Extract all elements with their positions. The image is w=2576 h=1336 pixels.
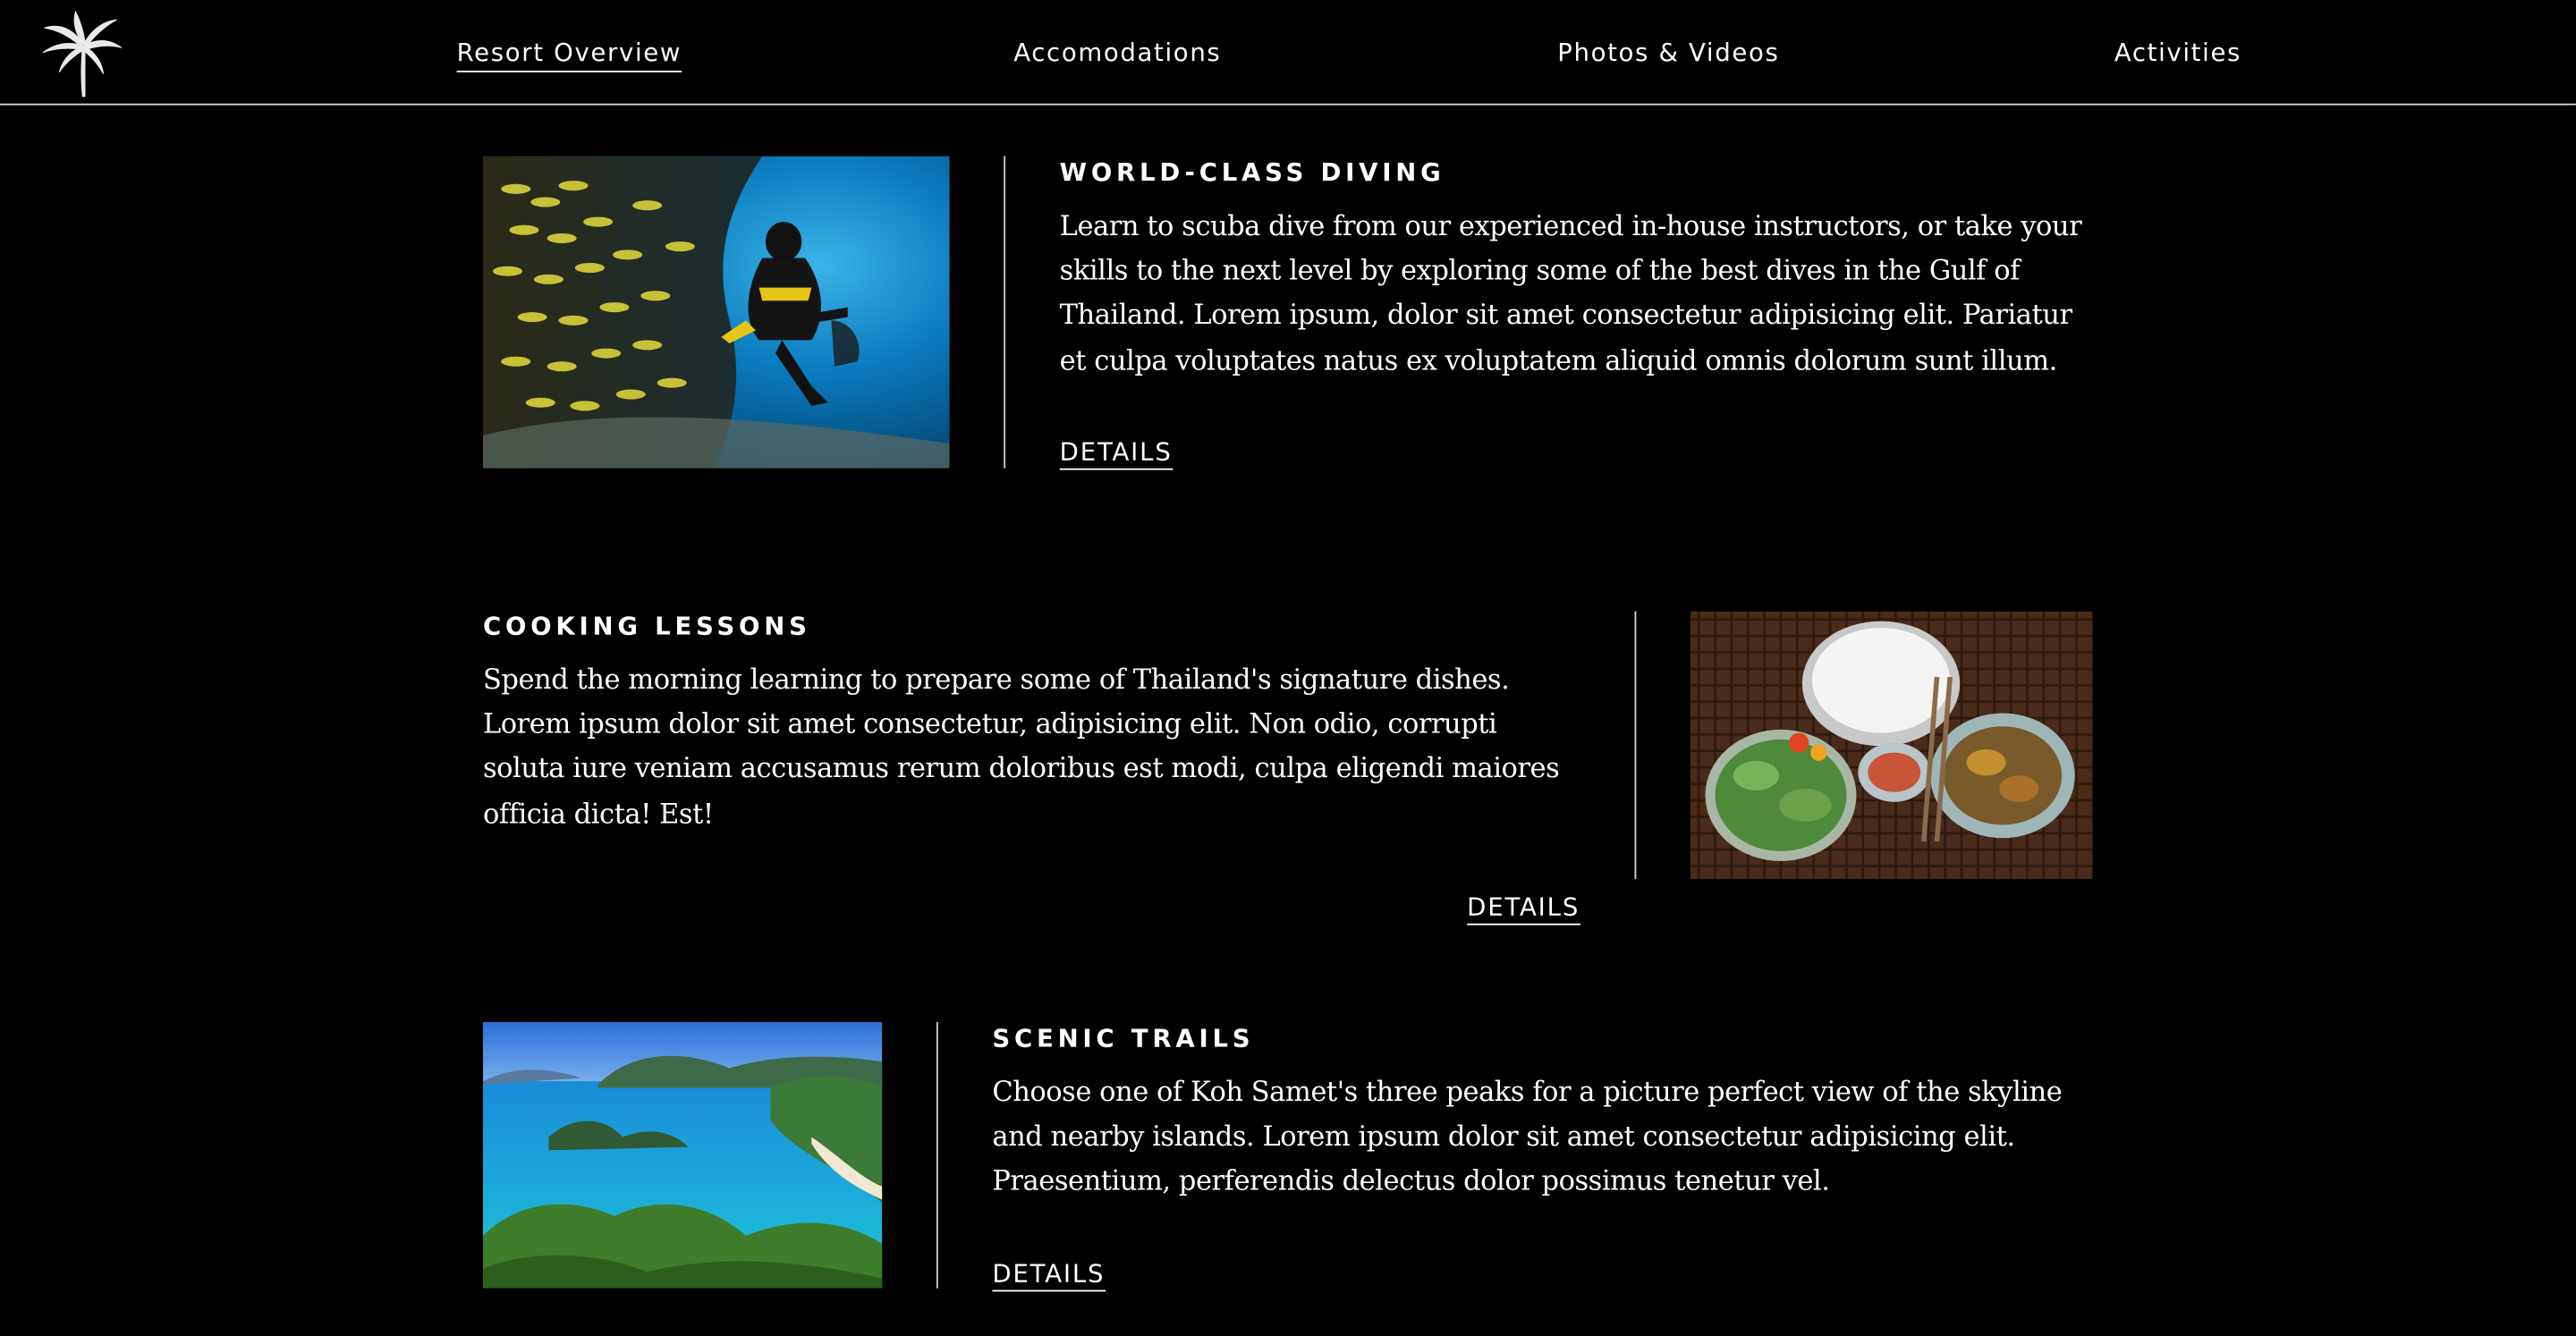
trails-description: Choose one of Koh Samet's three peaks fo… — [992, 1076, 2063, 1197]
diving-photo — [482, 156, 950, 469]
cooking-title: COOKING LESSONS — [482, 611, 811, 641]
palm-tree-icon[interactable] — [36, 8, 128, 100]
page: Resort Overview Accomodations Photos & V… — [0, 0, 2576, 1336]
cooking-divider — [1634, 611, 1637, 880]
nav-link-accomodations[interactable]: Accomodations — [1013, 35, 1221, 71]
nav-link-photos-videos[interactable]: Photos & Videos — [1557, 35, 1779, 71]
diving-title: WORLD-CLASS DIVING — [1059, 157, 1445, 188]
trails-details-link[interactable]: DETAILS — [992, 1259, 1106, 1292]
diving-details-link[interactable]: DETAILS — [1059, 437, 1173, 470]
cooking-photo — [1690, 611, 2093, 880]
trails-photo — [482, 1021, 883, 1289]
trails-divider — [936, 1021, 938, 1289]
cooking-details-link[interactable]: DETAILS — [1467, 892, 1580, 926]
diving-divider — [1004, 156, 1006, 469]
cooking-description: Spend the morning learning to prepare so… — [482, 664, 1560, 830]
diving-description: Learn to scuba dive from our experienced… — [1059, 210, 2082, 376]
trails-title: SCENIC TRAILS — [992, 1023, 1255, 1053]
nav-link-resort-overview[interactable]: Resort Overview — [456, 35, 682, 72]
top-nav: Resort Overview Accomodations Photos & V… — [0, 0, 2576, 106]
nav-link-activities[interactable]: Activities — [2114, 35, 2241, 71]
